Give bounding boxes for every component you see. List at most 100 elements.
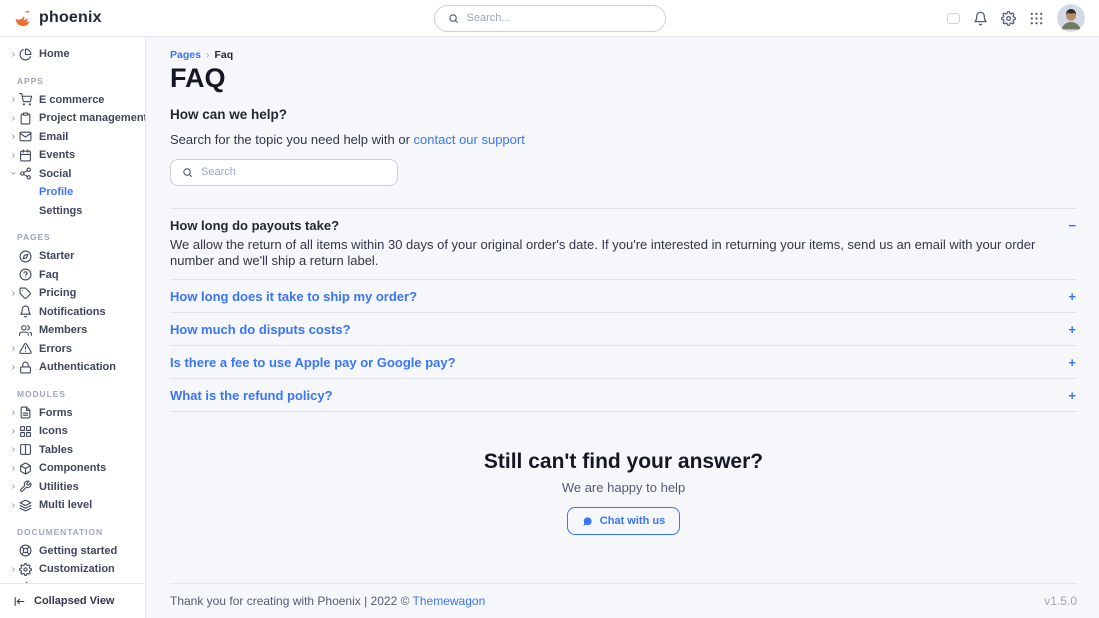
help-subtext-prefix: Search for the topic you need help with … <box>170 132 414 147</box>
faq-question-row[interactable]: How long do payouts take? − <box>170 218 1077 233</box>
sidebar-item-label: Errors <box>39 343 72 355</box>
package-icon <box>19 462 32 475</box>
tag-icon <box>19 287 32 300</box>
main-content: Pages › Faq FAQ How can we help? Search … <box>146 37 1099 618</box>
sidebar-section-pages: PAGES <box>0 220 145 247</box>
sidebar-item-forms[interactable]: Forms <box>0 404 145 423</box>
footer-version: v1.5.0 <box>1044 594 1077 608</box>
bell-icon <box>19 305 32 318</box>
footer-credit: Thank you for creating with Phoenix | 20… <box>170 594 485 608</box>
tool-icon <box>19 480 32 493</box>
sidebar-item-label: Authentication <box>39 361 116 373</box>
navbar-search-input[interactable] <box>467 12 652 24</box>
chevron-right-icon <box>8 51 18 58</box>
sidebar-item-social[interactable]: Social <box>0 165 145 184</box>
theme-toggle[interactable] <box>947 13 960 24</box>
sidebar-item-label: Social <box>39 168 71 180</box>
sidebar-item-starter[interactable]: Starter <box>0 247 145 266</box>
breadcrumb-pages-link[interactable]: Pages <box>170 49 201 61</box>
user-avatar[interactable] <box>1057 4 1085 32</box>
page-title: FAQ <box>170 64 1077 94</box>
sidebar-item-label: Email <box>39 131 68 143</box>
faq-search[interactable] <box>170 159 398 186</box>
sidebar-item-notifications[interactable]: Notifications <box>0 303 145 322</box>
sidebar-item-settings[interactable]: Settings <box>0 202 145 221</box>
sidebar-item-label: Home <box>39 48 70 60</box>
plus-icon[interactable]: + <box>1068 355 1077 370</box>
sidebar-section-modules: MODULES <box>0 377 145 404</box>
sidebar-item-icons[interactable]: Icons <box>0 422 145 441</box>
faq-question: What is the refund policy? <box>170 388 333 403</box>
sidebar-item-label: Tables <box>39 444 73 456</box>
cta-title: Still can't find your answer? <box>170 450 1077 474</box>
sidebar-item-profile[interactable]: Profile <box>0 183 145 202</box>
sidebar-item-pricing[interactable]: Pricing <box>0 284 145 303</box>
contact-support-link[interactable]: contact our support <box>414 132 525 147</box>
sidebar-item-events[interactable]: Events <box>0 146 145 165</box>
plus-icon[interactable]: + <box>1068 388 1077 403</box>
sidebar-item-label: Notifications <box>39 306 106 318</box>
gear-icon[interactable] <box>1001 11 1016 26</box>
sidebar-section-documentation: DOCUMENTATION <box>0 515 145 542</box>
sidebar-item-label: Project management <box>39 112 145 124</box>
compass-icon <box>19 250 32 263</box>
navbar-search[interactable] <box>434 5 666 32</box>
chevron-right-icon <box>8 133 18 140</box>
navbar-actions <box>947 4 1085 32</box>
cta-section: Still can't find your answer? We are hap… <box>170 450 1077 535</box>
plus-icon[interactable]: + <box>1068 322 1077 337</box>
apps-grid-icon[interactable] <box>1029 11 1044 26</box>
faq-question-row[interactable]: What is the refund policy? + <box>170 388 1077 403</box>
sidebar-item-label: Events <box>39 149 75 161</box>
chevron-right-icon <box>8 290 18 297</box>
brand-logo[interactable]: phoenix <box>13 8 102 28</box>
sidebar-item-multi-level[interactable]: Multi level <box>0 496 145 515</box>
sidebar-item-authentication[interactable]: Authentication <box>0 358 145 377</box>
top-navbar: phoenix <box>0 0 1099 37</box>
faq-item: How long do payouts take? − We allow the… <box>170 209 1077 281</box>
sidebar-item-label: Utilities <box>39 481 79 493</box>
sidebar-item-e-commerce[interactable]: E commerce <box>0 91 145 110</box>
search-icon <box>182 167 193 178</box>
cta-subtitle: We are happy to help <box>170 480 1077 495</box>
sidebar-item-components[interactable]: Components <box>0 459 145 478</box>
sidebar-item-label: Pricing <box>39 287 76 299</box>
sidebar-item-home[interactable]: Home <box>0 45 145 64</box>
chat-with-us-button[interactable]: Chat with us <box>567 507 680 535</box>
sidebar-item-email[interactable]: Email <box>0 128 145 147</box>
sidebar-item-members[interactable]: Members <box>0 321 145 340</box>
faq-item: What is the refund policy? + <box>170 379 1077 412</box>
faq-question-row[interactable]: How long does it take to ship my order? … <box>170 289 1077 304</box>
faq-question: Is there a fee to use Apple pay or Googl… <box>170 355 456 370</box>
sidebar-item-customization[interactable]: Customization <box>0 560 145 579</box>
sidebar-item-getting-started[interactable]: Getting started <box>0 542 145 561</box>
sidebar-item-label: Multi level <box>39 499 92 511</box>
faq-search-input[interactable] <box>201 166 386 178</box>
chevron-right-icon <box>8 409 18 416</box>
chevron-right-icon <box>8 152 18 159</box>
chevron-right-icon <box>8 446 18 453</box>
sidebar-item-errors[interactable]: Errors <box>0 340 145 359</box>
help-subtext: Search for the topic you need help with … <box>170 132 1077 147</box>
bell-icon[interactable] <box>973 11 988 26</box>
lock-icon <box>19 361 32 374</box>
sidebar-item-label: Components <box>39 462 106 474</box>
sidebar-item-faq[interactable]: Faq <box>0 266 145 285</box>
themewagon-link[interactable]: Themewagon <box>413 594 486 608</box>
help-heading: How can we help? <box>170 107 1077 122</box>
chevron-right-icon <box>8 465 18 472</box>
faq-question-row[interactable]: Is there a fee to use Apple pay or Googl… <box>170 355 1077 370</box>
chevron-right-icon <box>8 502 18 509</box>
sidebar-item-tables[interactable]: Tables <box>0 441 145 460</box>
chevron-right-icon <box>8 428 18 435</box>
sidebar-item-utilities[interactable]: Utilities <box>0 478 145 497</box>
collapsed-view-toggle[interactable]: Collapsed View <box>0 583 145 618</box>
breadcrumb-separator-icon: › <box>206 49 210 61</box>
faq-question-row[interactable]: How much do disputs costs? + <box>170 322 1077 337</box>
pie-chart-icon <box>19 48 32 61</box>
minus-icon[interactable]: − <box>1068 218 1077 233</box>
plus-icon[interactable]: + <box>1068 289 1077 304</box>
faq-question: How much do disputs costs? <box>170 322 351 337</box>
sidebar-item-label: Members <box>39 324 87 336</box>
sidebar-item-project-management[interactable]: Project management <box>0 109 145 128</box>
